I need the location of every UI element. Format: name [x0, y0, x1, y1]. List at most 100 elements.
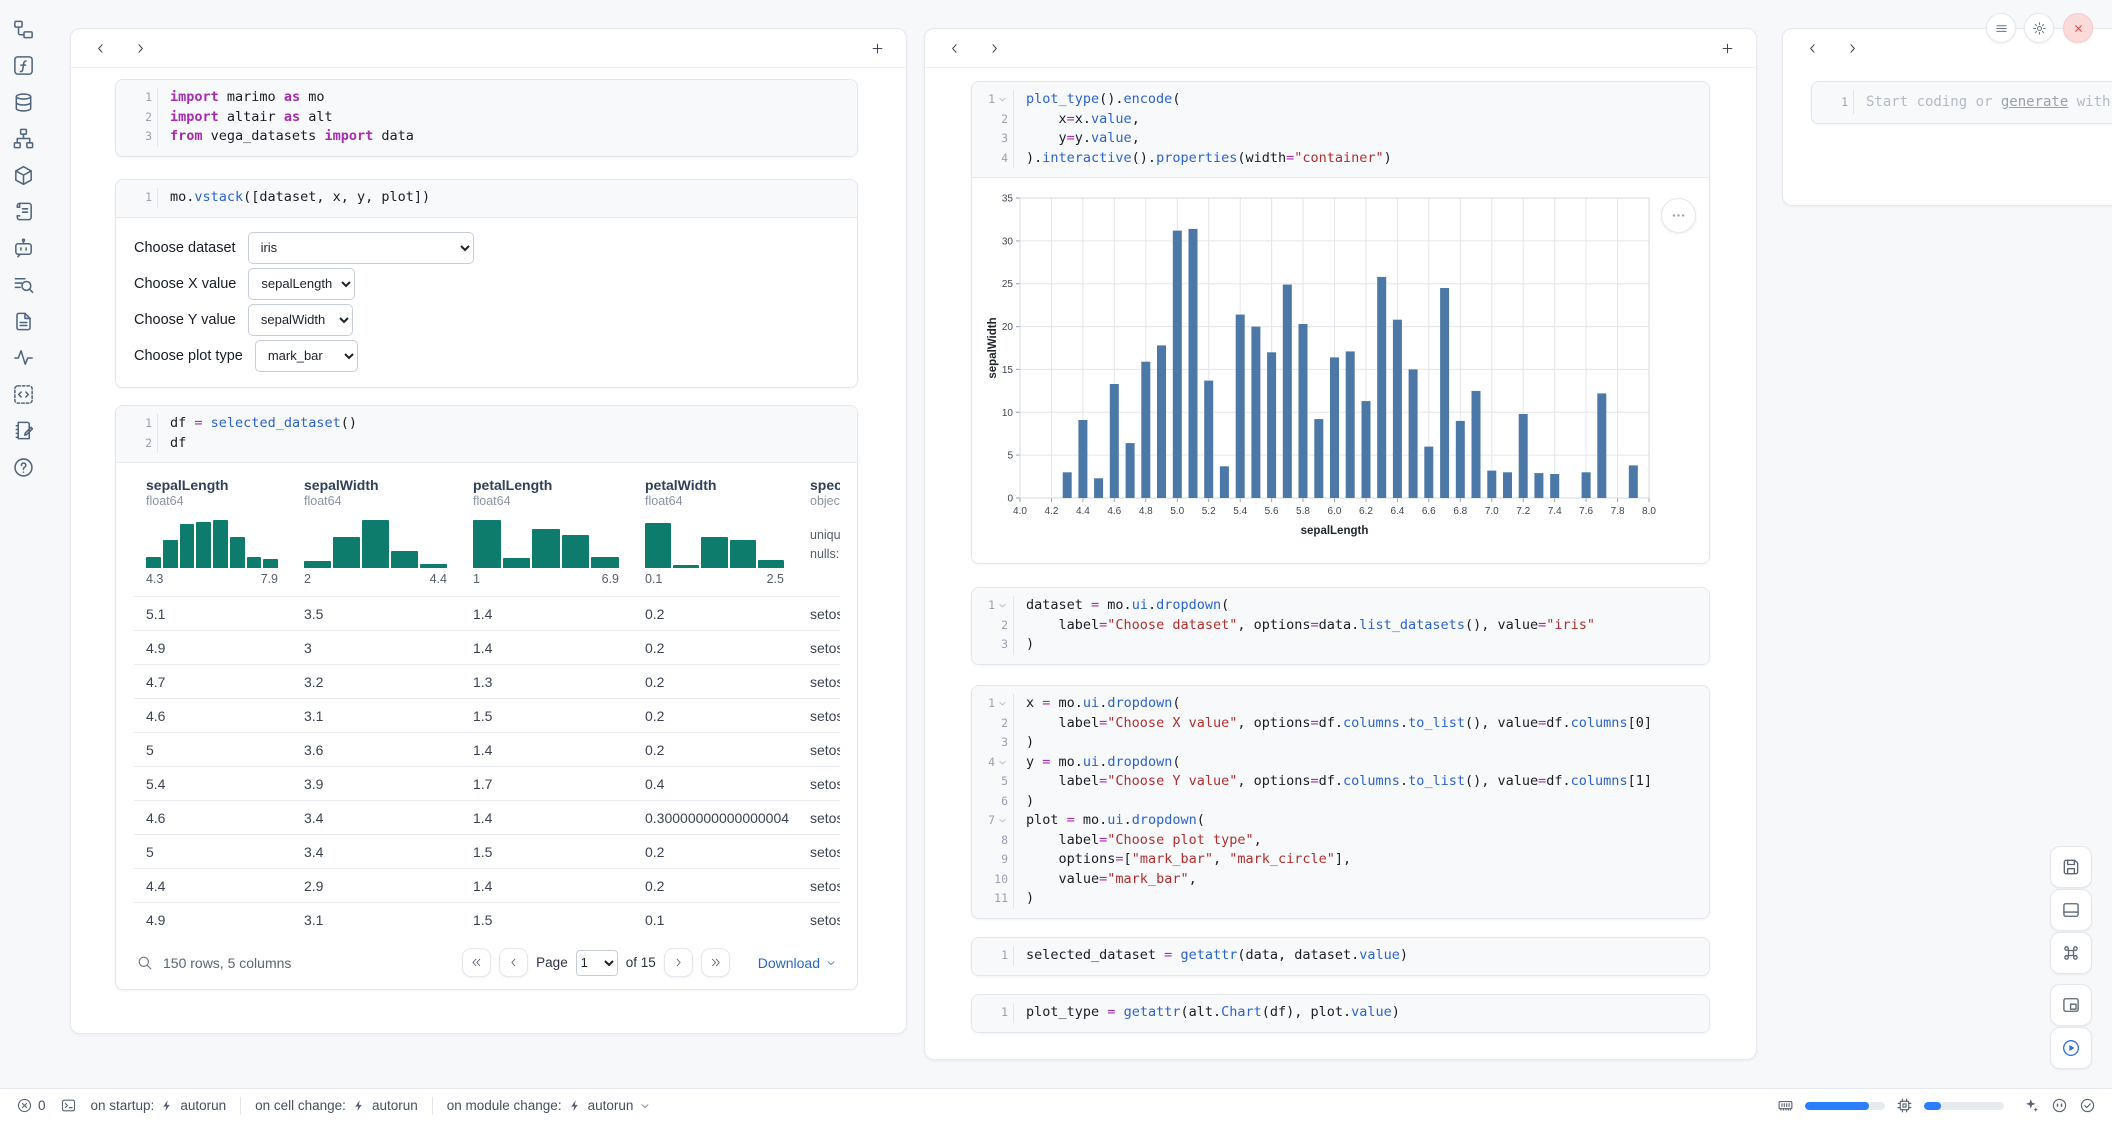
code-block-icon[interactable] — [10, 381, 36, 407]
table-column-header[interactable]: sepalLengthfloat644.37.9 — [134, 477, 292, 586]
column-collapse-right-button[interactable] — [981, 35, 1007, 61]
add-cell-button[interactable] — [864, 35, 890, 61]
table-column-header[interactable]: petalWidthfloat640.12.5 — [633, 477, 798, 586]
code-editor[interactable]: 1 Start coding or generate with AI — [1812, 82, 2112, 123]
dropdown-control-row: Choose Y valuesepalWidth — [134, 302, 857, 338]
function-icon[interactable] — [10, 53, 36, 79]
code-editor[interactable]: 1plot_type = getattr(alt.Chart(df), plot… — [972, 995, 1709, 1032]
notebook-column-2: 1plot_type().encode(2 x=x.value,3 y=y.va… — [924, 28, 1757, 1060]
on-startup-setting[interactable]: on startup: autorun — [91, 1098, 227, 1113]
package-icon[interactable] — [10, 162, 36, 188]
fold-chevron-icon[interactable] — [997, 600, 1008, 611]
table-row[interactable]: 4.42.91.40.2setosa — [134, 868, 840, 902]
on-startup-value: autorun — [180, 1098, 226, 1113]
column-range: 16.9 — [473, 572, 619, 586]
line-number: 3 — [1001, 733, 1008, 753]
chatbot-icon[interactable] — [10, 235, 36, 261]
code-editor[interactable]: 1import marimo as mo2import altair as al… — [116, 80, 857, 156]
run-button[interactable] — [2050, 1027, 2092, 1069]
table-cell: setosa — [798, 640, 840, 656]
kernel-connected-icon[interactable] — [2079, 1097, 2096, 1114]
choose-x-value-select[interactable]: sepalLength — [248, 268, 355, 300]
table-cell: 1.3 — [461, 674, 633, 690]
ai-sparkles-icon[interactable] — [2023, 1097, 2040, 1114]
svg-text:6.2: 6.2 — [1359, 506, 1373, 517]
file-tree-icon[interactable] — [10, 16, 36, 42]
code-editor[interactable]: 1selected_dataset = getattr(data, datase… — [972, 938, 1709, 975]
column-collapse-right-button[interactable] — [127, 35, 153, 61]
table-row[interactable]: 4.93.11.50.1setosa — [134, 902, 840, 936]
layout-button[interactable] — [2050, 889, 2092, 931]
code-editor[interactable]: 1plot_type().encode(2 x=x.value,3 y=y.va… — [972, 82, 1709, 177]
table-cell: 0.2 — [633, 674, 798, 690]
code-line: dataset = mo.ui.dropdown( — [1014, 596, 1229, 616]
on-cell-change-setting[interactable]: on cell change: autorun — [255, 1098, 418, 1113]
fold-chevron-icon[interactable] — [997, 815, 1008, 826]
table-row[interactable]: 5.43.91.70.4setosa — [134, 766, 840, 800]
copilot-icon[interactable] — [2051, 1097, 2068, 1114]
fold-chevron-icon[interactable] — [997, 757, 1008, 768]
generate-with-ai-link[interactable]: generate — [2001, 94, 2068, 110]
table-row[interactable]: 4.63.11.50.2setosa — [134, 698, 840, 732]
empty-code-cell[interactable]: 1 Start coding or generate with AI — [1811, 81, 2112, 124]
search-icon[interactable] — [136, 954, 153, 971]
table-row[interactable]: 53.61.40.2setosa — [134, 732, 840, 766]
table-cell: 3.1 — [292, 708, 461, 724]
selected-dataset-code-cell: 1selected_dataset = getattr(data, datase… — [971, 937, 1710, 976]
table-row[interactable]: 53.41.50.2setosa — [134, 834, 840, 868]
table-row[interactable]: 4.63.41.40.30000000000000004setosa — [134, 800, 840, 834]
log-search-icon[interactable] — [10, 272, 36, 298]
code-line: label="Choose plot type", — [1014, 831, 1262, 851]
code-editor[interactable]: 1dataset = mo.ui.dropdown(2 label="Choos… — [972, 588, 1709, 664]
table-row[interactable]: 5.13.51.40.2setosa — [134, 596, 840, 630]
page-number-select[interactable]: 1 — [576, 950, 618, 976]
column-collapse-left-button[interactable] — [87, 35, 113, 61]
add-cell-button[interactable] — [1714, 35, 1740, 61]
choose-y-value-select[interactable]: sepalWidth — [248, 304, 353, 336]
database-icon[interactable] — [10, 89, 36, 115]
code-line: x = mo.ui.dropdown( — [1014, 694, 1181, 714]
console-panel-button[interactable] — [2050, 984, 2092, 1026]
settings-icon[interactable] — [2024, 13, 2054, 43]
on-module-change-setting[interactable]: on module change: autorun — [447, 1098, 652, 1113]
column-collapse-right-button[interactable] — [1839, 35, 1865, 61]
previous-page-button[interactable] — [499, 948, 528, 977]
svg-text:4.2: 4.2 — [1045, 506, 1059, 517]
first-page-button[interactable] — [462, 948, 491, 977]
close-icon[interactable] — [2063, 13, 2093, 43]
last-page-button[interactable] — [701, 948, 730, 977]
scratchpad-icon[interactable] — [10, 418, 36, 444]
table-row[interactable]: 4.931.40.2setosa — [134, 630, 840, 664]
next-page-button[interactable] — [664, 948, 693, 977]
table-column-header[interactable]: petalLengthfloat6416.9 — [461, 477, 633, 586]
altair-chart[interactable]: 4.04.24.44.64.85.05.25.45.65.86.06.26.46… — [984, 184, 1709, 555]
code-editor[interactable]: 1df = selected_dataset()2df — [116, 406, 857, 462]
column-collapse-left-button[interactable] — [1799, 35, 1825, 61]
table-cell: 3 — [292, 640, 461, 656]
download-button[interactable]: Download — [758, 955, 837, 971]
table-row[interactable]: 4.73.21.30.2setosa — [134, 664, 840, 698]
help-icon[interactable] — [10, 454, 36, 480]
activity-icon[interactable] — [10, 345, 36, 371]
table-cell: 3.9 — [292, 776, 461, 792]
errors-icon[interactable] — [16, 1097, 33, 1114]
fold-chevron-icon[interactable] — [997, 94, 1008, 105]
column-collapse-left-button[interactable] — [941, 35, 967, 61]
table-column-header[interactable]: sepalWidthfloat6424.4 — [292, 477, 461, 586]
terminal-icon[interactable] — [60, 1097, 77, 1114]
code-editor[interactable]: 1x = mo.ui.dropdown(2 label="Choose X va… — [972, 686, 1709, 918]
table-cell: 3.6 — [292, 742, 461, 758]
choose-dataset-select[interactable]: iris — [248, 232, 474, 264]
table-column-header[interactable]: speciesobjectuniquenulls: — [798, 477, 840, 586]
fold-chevron-icon[interactable] — [997, 698, 1008, 709]
script-icon[interactable] — [10, 199, 36, 225]
chart-options-icon[interactable] — [1661, 198, 1696, 233]
keyboard-shortcuts-button[interactable] — [2050, 932, 2092, 974]
menu-icon[interactable] — [1986, 13, 2016, 43]
dependency-graph-icon[interactable] — [10, 126, 36, 152]
save-button[interactable] — [2050, 846, 2092, 888]
choose-plot-type-select[interactable]: mark_bar — [255, 340, 358, 372]
code-editor[interactable]: 1mo.vstack([dataset, x, y, plot]) — [116, 180, 857, 217]
line-number: 4 — [1001, 149, 1008, 169]
document-icon[interactable] — [10, 308, 36, 334]
